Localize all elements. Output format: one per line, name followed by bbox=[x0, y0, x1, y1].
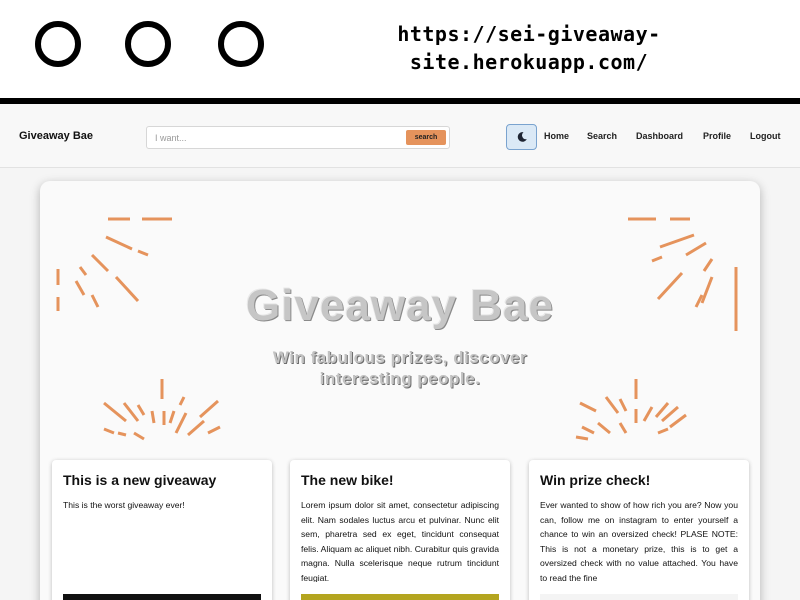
sunburst-bottom-left-icon bbox=[103, 379, 221, 441]
hero-subtitle: Win fabulous prizes, discover interestin… bbox=[250, 347, 550, 389]
nav-link-dashboard[interactable]: Dashboard bbox=[636, 131, 683, 141]
search-bar: search bbox=[146, 126, 450, 149]
url-line-2: site.herokuapp.com/ bbox=[409, 50, 649, 74]
giveaway-card-title[interactable]: The new bike! bbox=[301, 472, 394, 488]
giveaway-card-title[interactable]: This is a new giveaway bbox=[63, 472, 216, 488]
nav-link-logout[interactable]: Logout bbox=[750, 131, 781, 141]
giveaway-card-image[interactable] bbox=[301, 594, 499, 600]
giveaway-card-description: Lorem ipsum dolor sit amet, consectetur … bbox=[301, 500, 499, 582]
brand-logo-text[interactable]: Giveaway Bae bbox=[19, 130, 93, 142]
giveaway-card-image[interactable] bbox=[63, 594, 261, 600]
giveaway-card-description: This is the worst giveaway ever! bbox=[63, 500, 185, 510]
address-bar-url[interactable]: https://sei-giveaway- site.herokuapp.com… bbox=[384, 20, 674, 76]
giveaway-card-description: Ever wanted to show of how rich you are?… bbox=[540, 500, 738, 582]
nav-link-search[interactable]: Search bbox=[587, 131, 617, 141]
search-input[interactable] bbox=[155, 130, 395, 145]
moon-icon bbox=[517, 132, 527, 142]
hero-subtitle-line-1: Win fabulous prizes, discover bbox=[272, 348, 528, 367]
giveaway-card-image[interactable] bbox=[540, 594, 738, 600]
navbar: Giveaway Bae search Home Search Dashboar… bbox=[0, 104, 800, 168]
browser-chrome: https://sei-giveaway- site.herokuapp.com… bbox=[0, 0, 800, 99]
hero-title: Giveaway Bae bbox=[246, 281, 554, 330]
giveaway-card[interactable]: The new bike! Lorem ipsum dolor sit amet… bbox=[290, 460, 510, 600]
search-button[interactable]: search bbox=[406, 130, 446, 145]
sunburst-bottom-right-icon bbox=[575, 379, 687, 441]
theme-toggle-button[interactable] bbox=[506, 124, 537, 150]
giveaway-card-title[interactable]: Win prize check! bbox=[540, 472, 650, 488]
window-circle-button[interactable] bbox=[125, 21, 171, 67]
hero-subtitle-line-2: interesting people. bbox=[319, 369, 481, 388]
url-line-1: https://sei-giveaway- bbox=[397, 22, 661, 46]
giveaway-card[interactable]: Win prize check! Ever wanted to show of … bbox=[529, 460, 749, 600]
app-viewport: Giveaway Bae search Home Search Dashboar… bbox=[0, 104, 800, 600]
nav-link-home[interactable]: Home bbox=[544, 131, 569, 141]
nav-link-profile[interactable]: Profile bbox=[703, 131, 731, 141]
window-circle-button[interactable] bbox=[35, 21, 81, 67]
giveaway-card[interactable]: This is a new giveaway This is the worst… bbox=[52, 460, 272, 600]
window-circle-button[interactable] bbox=[218, 21, 264, 67]
